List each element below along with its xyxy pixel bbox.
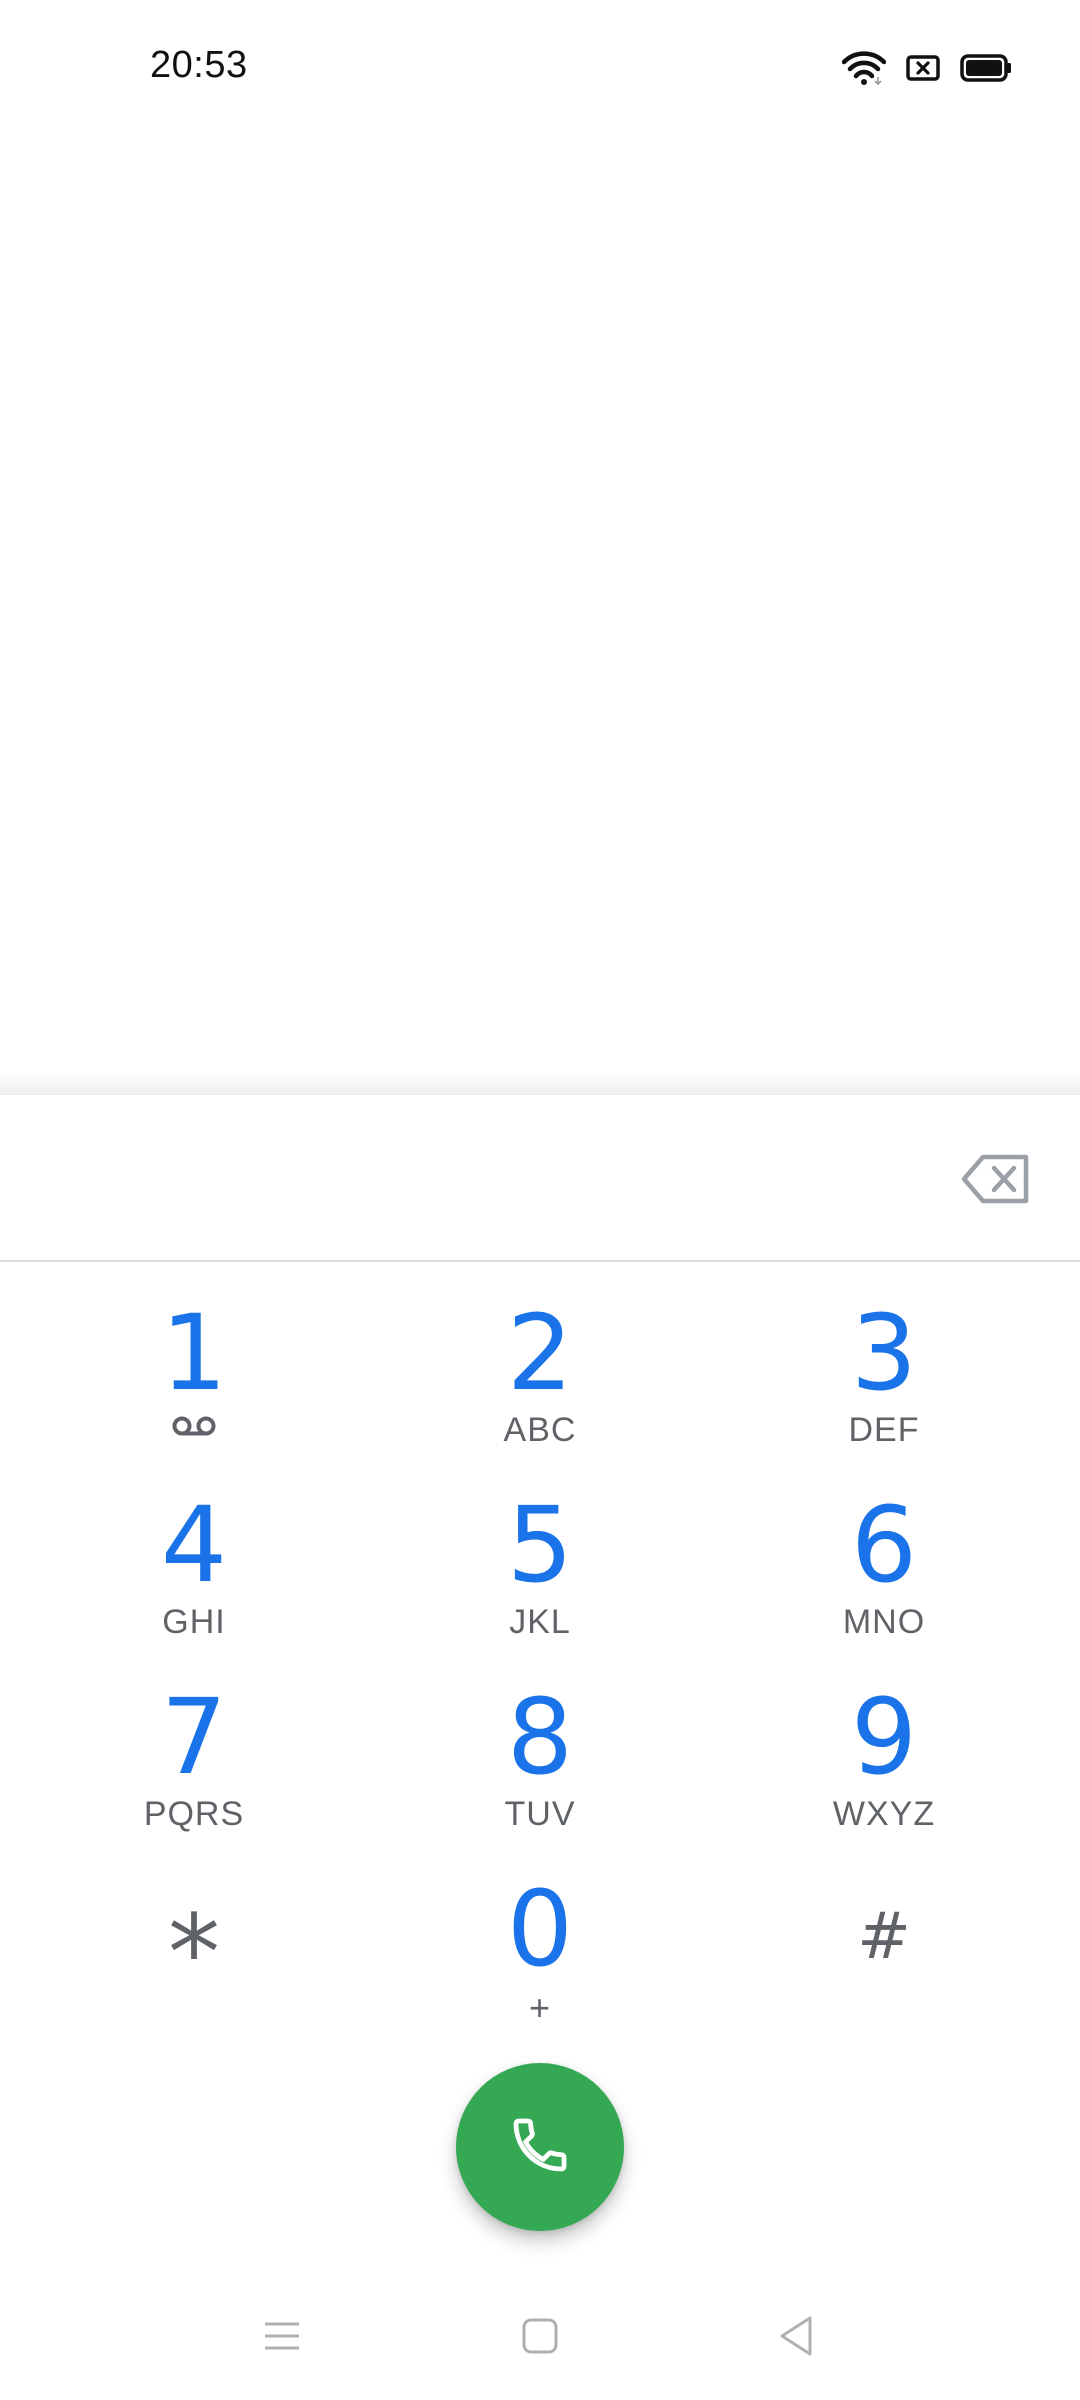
key-letters: DEF	[848, 1411, 920, 1449]
key-digit: *	[168, 1892, 220, 2014]
key-letters: TUV	[504, 1795, 576, 1833]
menu-icon	[262, 2318, 302, 2359]
key-digit: 4	[160, 1484, 228, 1606]
key-letters: MNO	[842, 1603, 926, 1641]
dialpad-key-9[interactable]: 9 WXYZ	[734, 1679, 1034, 1849]
dialpad-key-star[interactable]: *	[44, 1871, 344, 2041]
recent-apps-button[interactable]	[242, 2298, 322, 2378]
key-digit: 9	[850, 1676, 918, 1798]
status-bar: 20:53	[0, 0, 1080, 135]
wifi-icon	[842, 51, 886, 85]
key-letters: ABC	[503, 1411, 577, 1449]
status-icons	[842, 50, 1012, 86]
key-digit: 5	[506, 1484, 574, 1606]
navigation-bar	[0, 2290, 1080, 2380]
dialpad-key-2[interactable]: 2 ABC	[390, 1295, 690, 1465]
phone-number-input[interactable]	[60, 1135, 924, 1227]
key-digit: 8	[506, 1676, 574, 1798]
dialpad-key-1[interactable]: 1	[44, 1295, 344, 1465]
voicemail-icon	[171, 1415, 217, 1442]
call-button[interactable]	[456, 2063, 624, 2231]
key-digit: #	[857, 1900, 911, 1974]
phone-icon	[508, 2113, 572, 2182]
dialpad-key-8[interactable]: 8 TUV	[390, 1679, 690, 1849]
back-button[interactable]	[756, 2298, 836, 2378]
number-field	[0, 1095, 1080, 1262]
status-time: 20:53	[150, 44, 248, 86]
dialpad-key-3[interactable]: 3 DEF	[734, 1295, 1034, 1465]
dialpad-key-hash[interactable]: #	[734, 1871, 1034, 2041]
key-letters: GHI	[162, 1603, 226, 1641]
key-letters: JKL	[509, 1603, 571, 1641]
home-button[interactable]	[500, 2298, 580, 2378]
backspace-icon	[961, 1154, 1031, 1209]
dialpad-key-5[interactable]: 5 JKL	[390, 1487, 690, 1657]
key-digit: 2	[506, 1292, 574, 1414]
key-letters: WXYZ	[832, 1795, 936, 1833]
key-digit: 0	[506, 1868, 574, 1990]
backspace-button[interactable]	[960, 1150, 1032, 1212]
key-letters: +	[528, 1987, 552, 2028]
dialpad-key-6[interactable]: 6 MNO	[734, 1487, 1034, 1657]
back-icon	[776, 2314, 816, 2363]
dialpad-key-7[interactable]: 7 PQRS	[44, 1679, 344, 1849]
key-digit: 6	[850, 1484, 918, 1606]
no-sim-icon	[906, 55, 940, 81]
key-letters: PQRS	[143, 1795, 245, 1833]
dialpad-sheet-shadow	[0, 1070, 1080, 1096]
battery-icon	[960, 54, 1012, 82]
dialpad-key-4[interactable]: 4 GHI	[44, 1487, 344, 1657]
key-digit: 1	[160, 1292, 228, 1414]
key-digit: 7	[160, 1676, 228, 1798]
dialpad-key-0[interactable]: 0 +	[390, 1871, 690, 2041]
key-digit: 3	[850, 1292, 918, 1414]
home-icon	[520, 2316, 560, 2361]
